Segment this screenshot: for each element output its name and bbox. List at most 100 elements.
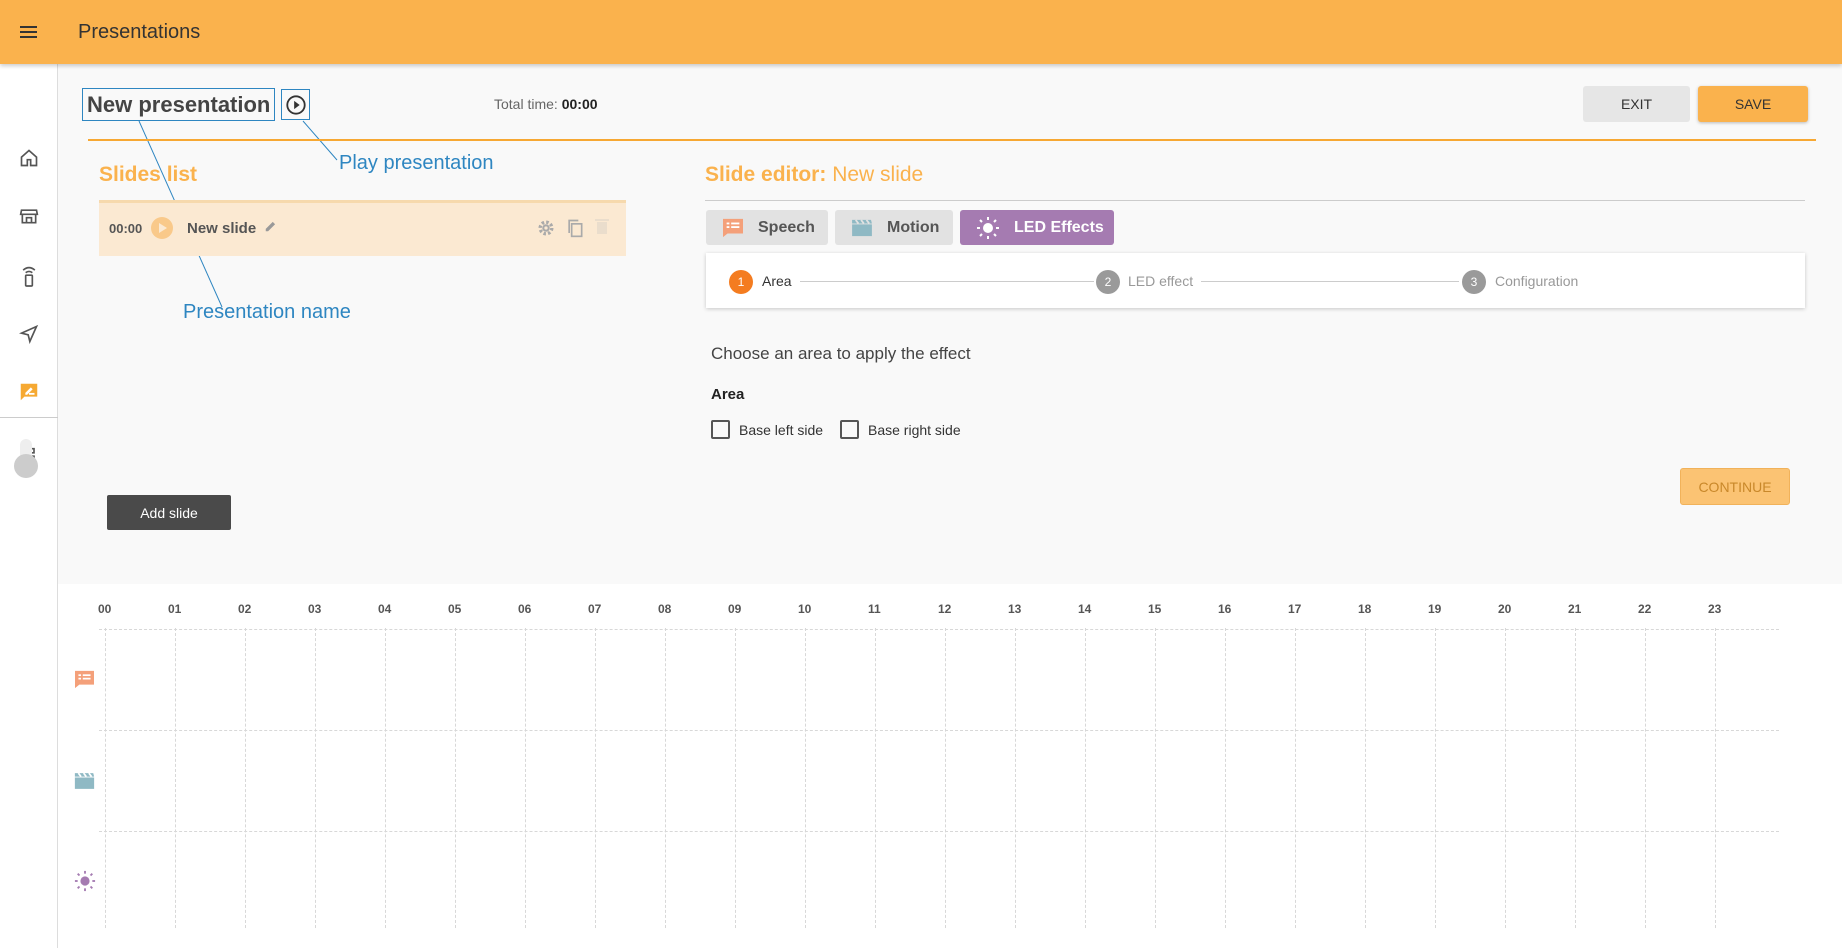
main-content — [58, 64, 1842, 584]
timeline-hour-gridline — [595, 628, 596, 928]
instruction-text: Choose an area to apply the effect — [711, 344, 971, 363]
presentation-icon — [20, 383, 38, 401]
send-icon — [19, 324, 39, 344]
hamburger-menu-icon[interactable] — [14, 18, 42, 46]
step-1-label[interactable]: Area — [762, 273, 792, 289]
timeline-hour-label: 23 — [1708, 602, 1722, 616]
timeline-hour-gridline — [1645, 628, 1646, 928]
area-label: Area — [711, 386, 745, 403]
timeline-hour-label: 17 — [1288, 602, 1302, 616]
timeline-row-divider — [99, 831, 1779, 832]
sun-icon — [977, 216, 999, 239]
timeline-hour-label: 04 — [378, 602, 392, 616]
step-3-number[interactable]: 3 — [1462, 270, 1486, 294]
timeline-hour-label: 10 — [798, 602, 812, 616]
timeline-hour-gridline — [875, 628, 876, 928]
timeline-hour-gridline — [945, 628, 946, 928]
sidebar-item-presentations[interactable] — [0, 364, 58, 420]
sidebar — [0, 64, 58, 948]
base-right-side-option[interactable]: Base right side — [840, 420, 961, 439]
timeline-hour-label: 13 — [1008, 602, 1022, 616]
timeline-hour-gridline — [1015, 628, 1016, 928]
step-3-label[interactable]: Configuration — [1495, 273, 1578, 289]
timeline-hour-gridline — [455, 628, 456, 928]
slide-time: 00:00 — [109, 221, 143, 236]
play-presentation-button[interactable] — [281, 89, 310, 120]
timeline-hour-label: 08 — [658, 602, 672, 616]
timeline-hour-label: 03 — [308, 602, 322, 616]
timeline-hour-gridline — [735, 628, 736, 928]
tab-led-effects-label: LED Effects — [1014, 218, 1104, 236]
sidebar-item-remote[interactable] — [0, 248, 58, 304]
timeline-row-divider — [99, 629, 1779, 630]
step-2-label[interactable]: LED effect — [1128, 273, 1193, 289]
exit-button[interactable]: EXIT — [1583, 86, 1690, 122]
sidebar-divider — [0, 417, 58, 418]
step-2-number[interactable]: 2 — [1096, 270, 1120, 294]
tab-led-effects[interactable]: LED Effects — [960, 210, 1114, 245]
sidebar-item-store[interactable] — [0, 188, 58, 244]
theme-toggle[interactable] — [14, 439, 38, 479]
slide-name: New slide — [187, 220, 257, 237]
timeline-row-divider — [99, 730, 1779, 731]
timeline-hour-gridline — [525, 628, 526, 928]
timeline-hour-label: 19 — [1428, 602, 1442, 616]
presentation-name-annotation: Presentation name — [183, 301, 351, 323]
app-bar: Presentations — [0, 0, 1842, 64]
copy-icon[interactable] — [565, 218, 585, 243]
continue-button[interactable]: CONTINUE — [1680, 468, 1790, 505]
base-left-side-option[interactable]: Base left side — [711, 420, 823, 439]
timeline-hour-gridline — [1505, 628, 1506, 928]
clapperboard-icon — [852, 218, 872, 236]
slide-play-icon[interactable] — [151, 217, 173, 239]
step-connector — [800, 281, 1094, 282]
timeline-hour-label: 09 — [728, 602, 742, 616]
speech-icon — [723, 218, 743, 237]
header-divider — [88, 139, 1816, 141]
stepper: 1 Area 2 LED effect 3 Configuration — [706, 253, 1805, 308]
edit-pencil-icon[interactable] — [264, 219, 278, 238]
timeline-hour-label: 21 — [1568, 602, 1582, 616]
base-left-side-checkbox[interactable] — [711, 420, 730, 439]
tab-speech-label: Speech — [758, 218, 815, 236]
step-1-number[interactable]: 1 — [729, 270, 753, 294]
step-connector — [1201, 281, 1459, 282]
gear-icon[interactable] — [536, 218, 556, 243]
save-button[interactable]: SAVE — [1698, 86, 1808, 122]
timeline-hour-gridline — [665, 628, 666, 928]
total-time: Total time: 00:00 — [494, 96, 598, 112]
timeline-hour-gridline — [245, 628, 246, 928]
home-icon — [20, 149, 38, 167]
timeline-hour-gridline — [175, 628, 176, 928]
editor-divider — [705, 200, 1805, 201]
tab-motion[interactable]: Motion — [835, 210, 953, 245]
timeline-hour-gridline — [1365, 628, 1366, 928]
delete-icon[interactable] — [595, 218, 609, 234]
timeline-hour-label: 07 — [588, 602, 602, 616]
timeline-hour-label: 06 — [518, 602, 532, 616]
timeline-hour-label: 02 — [238, 602, 252, 616]
tab-motion-label: Motion — [887, 218, 940, 236]
presentation-name[interactable]: New presentation — [82, 88, 276, 121]
slide-list-item[interactable]: 00:00 New slide — [99, 200, 626, 256]
base-left-side-label: Base left side — [739, 421, 824, 438]
sidebar-item-navigation[interactable] — [0, 306, 58, 362]
tab-speech[interactable]: Speech — [706, 210, 828, 245]
slide-editor-label: Slide editor: — [705, 163, 827, 186]
timeline-hour-label: 00 — [98, 602, 112, 616]
motion-row-icon — [74, 772, 95, 795]
base-right-side-label: Base right side — [868, 421, 961, 438]
timeline-hour-gridline — [315, 628, 316, 928]
sidebar-item-home[interactable] — [0, 130, 58, 186]
app-title: Presentations — [78, 21, 201, 43]
add-slide-button[interactable]: Add slide — [107, 495, 231, 530]
play-presentation-annotation: Play presentation — [339, 152, 494, 174]
store-icon — [19, 209, 39, 224]
led-row-icon — [74, 870, 96, 897]
timeline-hour-gridline — [1575, 628, 1576, 928]
total-time-label: Total time: — [494, 96, 558, 112]
timeline-hour-label: 16 — [1218, 602, 1232, 616]
timeline-hour-label: 14 — [1078, 602, 1092, 616]
timeline-hour-gridline — [1715, 628, 1716, 928]
base-right-side-checkbox[interactable] — [840, 420, 859, 439]
